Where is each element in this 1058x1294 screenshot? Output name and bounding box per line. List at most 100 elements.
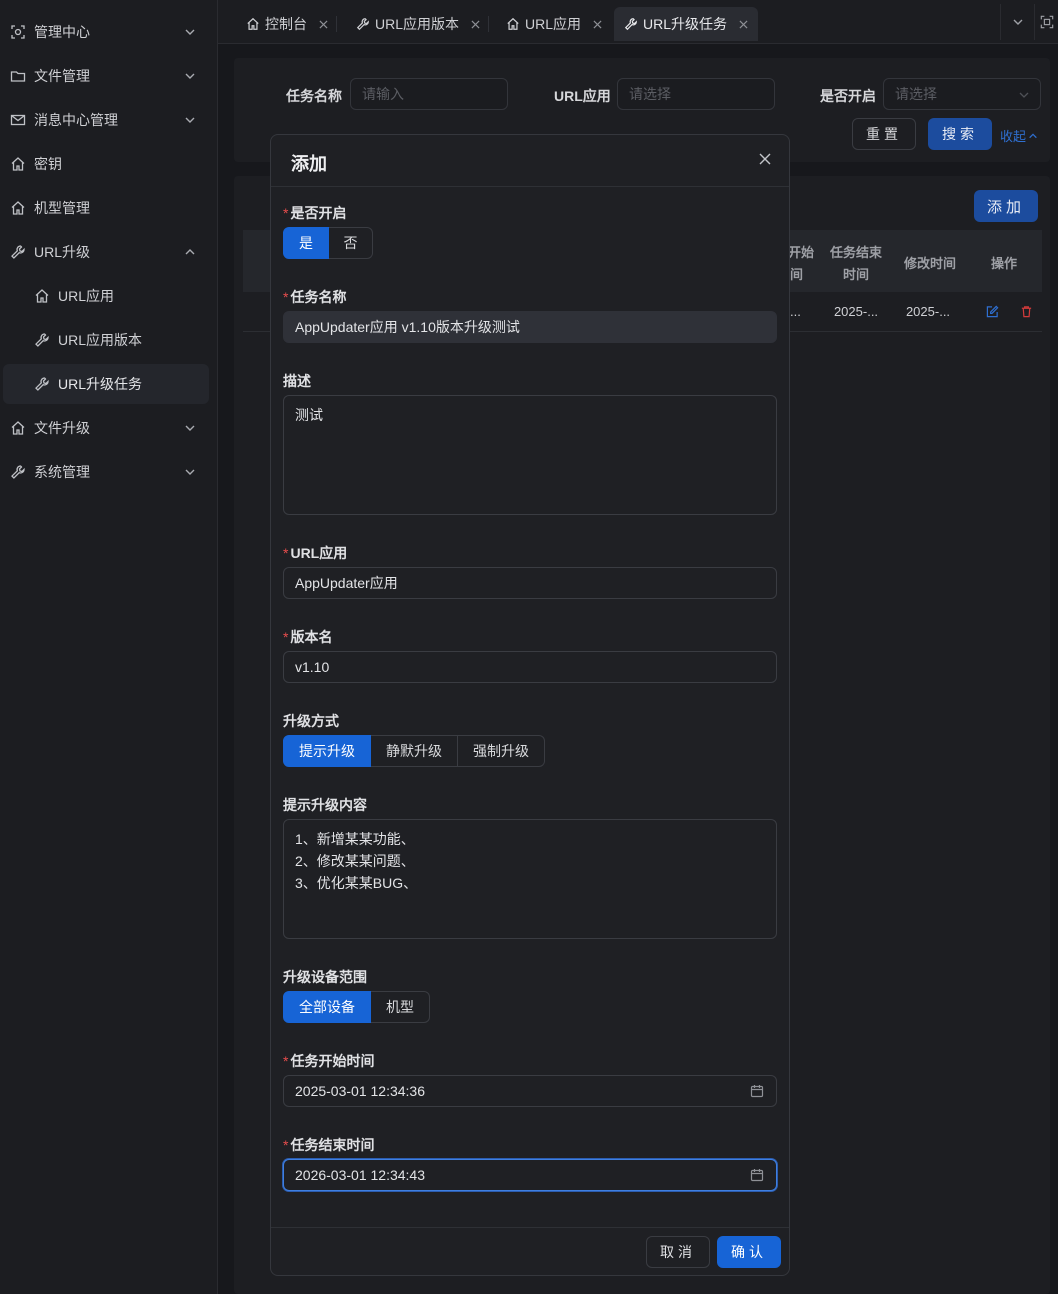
wrench-icon: [356, 18, 369, 31]
chevron-down-icon: [1019, 92, 1029, 98]
end-time-value: 2026-03-01 12:34:43: [295, 1167, 425, 1183]
calendar-icon: [750, 1085, 764, 1098]
enabled-label-text: 是否开启: [290, 205, 347, 221]
tab-url-app-version[interactable]: URL应用版本: [346, 7, 490, 41]
search-button[interactable]: 搜索: [928, 118, 992, 150]
end-time-label: * 任务结束时间: [283, 1135, 374, 1155]
version-select[interactable]: v1.10: [283, 651, 777, 683]
device-scope-model[interactable]: 机型: [371, 991, 430, 1023]
edit-icon[interactable]: [986, 305, 999, 318]
device-scope-all[interactable]: 全部设备: [283, 991, 371, 1023]
upgrade-mode-forced[interactable]: 强制升级: [458, 735, 545, 767]
enabled-filter-select[interactable]: 请选择: [883, 78, 1041, 110]
home-icon: [247, 17, 259, 30]
sidebar-item-keys[interactable]: 密钥: [0, 144, 218, 184]
cancel-button[interactable]: 取消: [646, 1236, 710, 1268]
chevron-down-icon: [185, 469, 195, 475]
chevron-down-icon: [185, 73, 195, 79]
table-cell-modified-time: 2025-...: [905, 304, 951, 319]
end-time-picker[interactable]: 2026-03-01 12:34:43: [283, 1159, 777, 1191]
sidebar-item-file-upgrade[interactable]: 文件升级: [0, 408, 218, 448]
enabled-toggle: 是 否: [283, 227, 373, 259]
chevron-up-icon: [185, 249, 195, 255]
sidebar-item-message-center[interactable]: 消息中心管理: [0, 100, 218, 140]
table-header-end-time: 任务结束: [829, 245, 882, 260]
table-cell-start-time: ...: [790, 304, 801, 319]
required-mark: *: [283, 629, 289, 645]
tab-url-upgrade-task[interactable]: URL升级任务: [614, 7, 759, 41]
url-app-label: * URL应用: [283, 543, 347, 563]
close-icon[interactable]: [319, 19, 328, 29]
home-icon: [11, 157, 25, 171]
close-icon[interactable]: [739, 19, 748, 29]
sidebar-item-system-management[interactable]: 系统管理: [0, 452, 218, 492]
table-header-actions: 操作: [990, 256, 1017, 271]
sidebar: 管理中心 文件管理 消息中心管理 密钥 机型管理 URL升级 URL应用 URL…: [0, 0, 218, 1294]
delete-icon[interactable]: [1020, 305, 1033, 318]
version-label-text: 版本名: [290, 629, 333, 645]
sidebar-item-model-management[interactable]: 机型管理: [0, 188, 218, 228]
upgrade-mode-toggle: 提示升级 静默升级 强制升级: [283, 735, 545, 767]
mail-icon: [10, 114, 26, 126]
sidebar-item-file-management[interactable]: 文件管理: [0, 56, 218, 96]
chevron-up-icon: [1029, 132, 1037, 138]
modal-title: 添加: [291, 154, 327, 174]
home-icon: [11, 201, 25, 215]
calendar-icon: [750, 1169, 764, 1182]
prompt-content-label: 提示升级内容: [283, 797, 367, 813]
table-header-modified-time: 修改时间: [903, 256, 956, 271]
task-name-filter-input[interactable]: 请输入: [350, 78, 508, 110]
tabs-dropdown-button[interactable]: [1000, 4, 1034, 40]
chevron-down-icon: [185, 29, 195, 35]
home-icon: [11, 421, 25, 435]
task-name-filter-label: 任务名称: [286, 88, 342, 104]
chevron-down-icon: [1013, 19, 1022, 25]
add-button[interactable]: 添加: [974, 190, 1038, 222]
upgrade-mode-silent[interactable]: 静默升级: [371, 735, 458, 767]
url-app-filter-select[interactable]: 请选择: [617, 78, 775, 110]
task-name-label: * 任务名称: [283, 287, 346, 307]
chevron-down-icon: [185, 425, 195, 431]
sidebar-item-management-center[interactable]: 管理中心: [0, 12, 218, 52]
sidebar-item-url-app-version[interactable]: URL应用版本: [0, 320, 218, 360]
close-icon[interactable]: [471, 19, 480, 29]
task-name-input[interactable]: AppUpdater应用 v1.10版本升级测试: [283, 311, 777, 343]
confirm-button[interactable]: 确认: [717, 1236, 781, 1268]
home-icon: [35, 289, 49, 303]
wrench-icon: [624, 18, 637, 31]
end-time-label-text: 任务结束时间: [290, 1137, 375, 1153]
prompt-content-textarea[interactable]: 1、新增某某功能、 2、修改某某问题、 3、优化某某BUG、: [283, 819, 777, 939]
collapse-link[interactable]: 收起: [1000, 126, 1038, 145]
table-header-start-time-line2: 间: [790, 267, 804, 282]
sidebar-item-url-upgrade[interactable]: URL升级: [0, 232, 218, 272]
description-textarea[interactable]: 测试: [283, 395, 777, 515]
reset-button[interactable]: 重置: [852, 118, 916, 150]
start-time-label: * 任务开始时间: [283, 1051, 374, 1071]
collapse-link-label: 收起: [1000, 129, 1027, 144]
tab-bar: 控制台 URL应用版本 URL应用 URL升级任务: [218, 0, 1058, 44]
close-icon[interactable]: [759, 153, 771, 165]
upgrade-mode-label: 升级方式: [283, 713, 339, 729]
fullscreen-button[interactable]: [1034, 4, 1058, 40]
table-header-end-time-line2: 时间: [842, 267, 869, 282]
required-mark: *: [283, 289, 289, 305]
wrench-icon: [11, 465, 25, 479]
url-app-select[interactable]: AppUpdater应用: [283, 567, 777, 599]
enabled-option-no[interactable]: 否: [329, 227, 373, 259]
sidebar-item-label: 消息中心管理: [34, 112, 118, 128]
sidebar-item-label: 密钥: [34, 156, 62, 172]
sidebar-item-url-upgrade-task[interactable]: URL升级任务: [3, 364, 209, 404]
upgrade-mode-prompt[interactable]: 提示升级: [283, 735, 371, 767]
start-time-picker[interactable]: 2025-03-01 12:34:36: [283, 1075, 777, 1107]
tab-label: URL应用版本: [375, 16, 460, 32]
table-header-start-time: 开始: [788, 245, 815, 260]
enabled-option-yes[interactable]: 是: [283, 227, 329, 259]
url-app-label-text: URL应用: [290, 545, 348, 561]
tab-url-app[interactable]: URL应用: [496, 7, 612, 41]
start-time-value: 2025-03-01 12:34:36: [295, 1083, 425, 1099]
tab-dashboard[interactable]: 控制台: [236, 7, 338, 41]
table-cell-end-time: 2025-...: [833, 304, 879, 319]
description-label: 描述: [283, 373, 311, 389]
sidebar-item-url-app[interactable]: URL应用: [0, 276, 218, 316]
close-icon[interactable]: [593, 19, 602, 29]
